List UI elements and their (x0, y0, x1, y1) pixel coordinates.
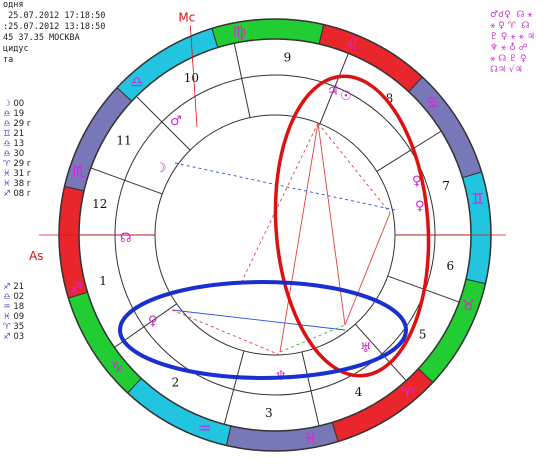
zodiac-sign-icon: ♊ (471, 190, 484, 208)
zodiac-sign-icon: ♉ (462, 296, 475, 314)
planet-glyph-icon: ♃ (327, 84, 339, 99)
zodiac-sign-icon: ♑ (110, 358, 123, 376)
zodiac-sign-icon: ♋ (426, 94, 439, 112)
zodiac-sign-icon: ♈ (401, 384, 414, 402)
screen: одня 25.07.2012 17:18:50 :25.07.2012 13:… (0, 0, 550, 474)
natal-chart-wheel: ♍♌♋♊♉♈♓♒♑♐♏♎123456789101112McAs☽♂☉♀♀♃♅♆♀… (29, 10, 506, 452)
zodiac-sign-icon: ♎ (130, 73, 143, 91)
zodiac-sign-icon: ♌ (345, 35, 358, 53)
zodiac-sign-icon: ♏ (72, 162, 86, 180)
house-number: 12 (92, 197, 107, 211)
house-number: 7 (442, 179, 450, 193)
planet-glyph-icon: ☉ (340, 89, 352, 104)
zodiac-sign-icon: ♒ (198, 420, 211, 438)
house-number: 3 (265, 406, 273, 420)
planet-glyph-icon: ♂ (170, 114, 182, 129)
zodiac-sign-icon: ♓ (304, 429, 317, 447)
mc-label: Mc (178, 10, 195, 24)
planet-glyph-icon: ♀ (415, 199, 425, 214)
planet-glyph-icon: ♀ (148, 314, 158, 329)
zodiac-sign-icon: ♐ (69, 279, 82, 297)
house-number: 6 (446, 259, 454, 273)
house-number: 4 (355, 385, 363, 399)
house-number: 5 (419, 328, 427, 342)
house-number: 10 (184, 71, 199, 85)
house-number: 1 (99, 274, 107, 288)
house-number: 9 (284, 50, 292, 64)
planet-glyph-icon: ♅ (360, 341, 372, 356)
zodiac-sign-icon: ♍ (233, 23, 246, 41)
planet-glyph-icon: ☊ (120, 231, 132, 246)
planet-glyph-icon: ☽ (155, 161, 167, 176)
house-number: 2 (172, 376, 180, 390)
as-label: As (29, 249, 43, 263)
house-number: 11 (116, 134, 131, 148)
